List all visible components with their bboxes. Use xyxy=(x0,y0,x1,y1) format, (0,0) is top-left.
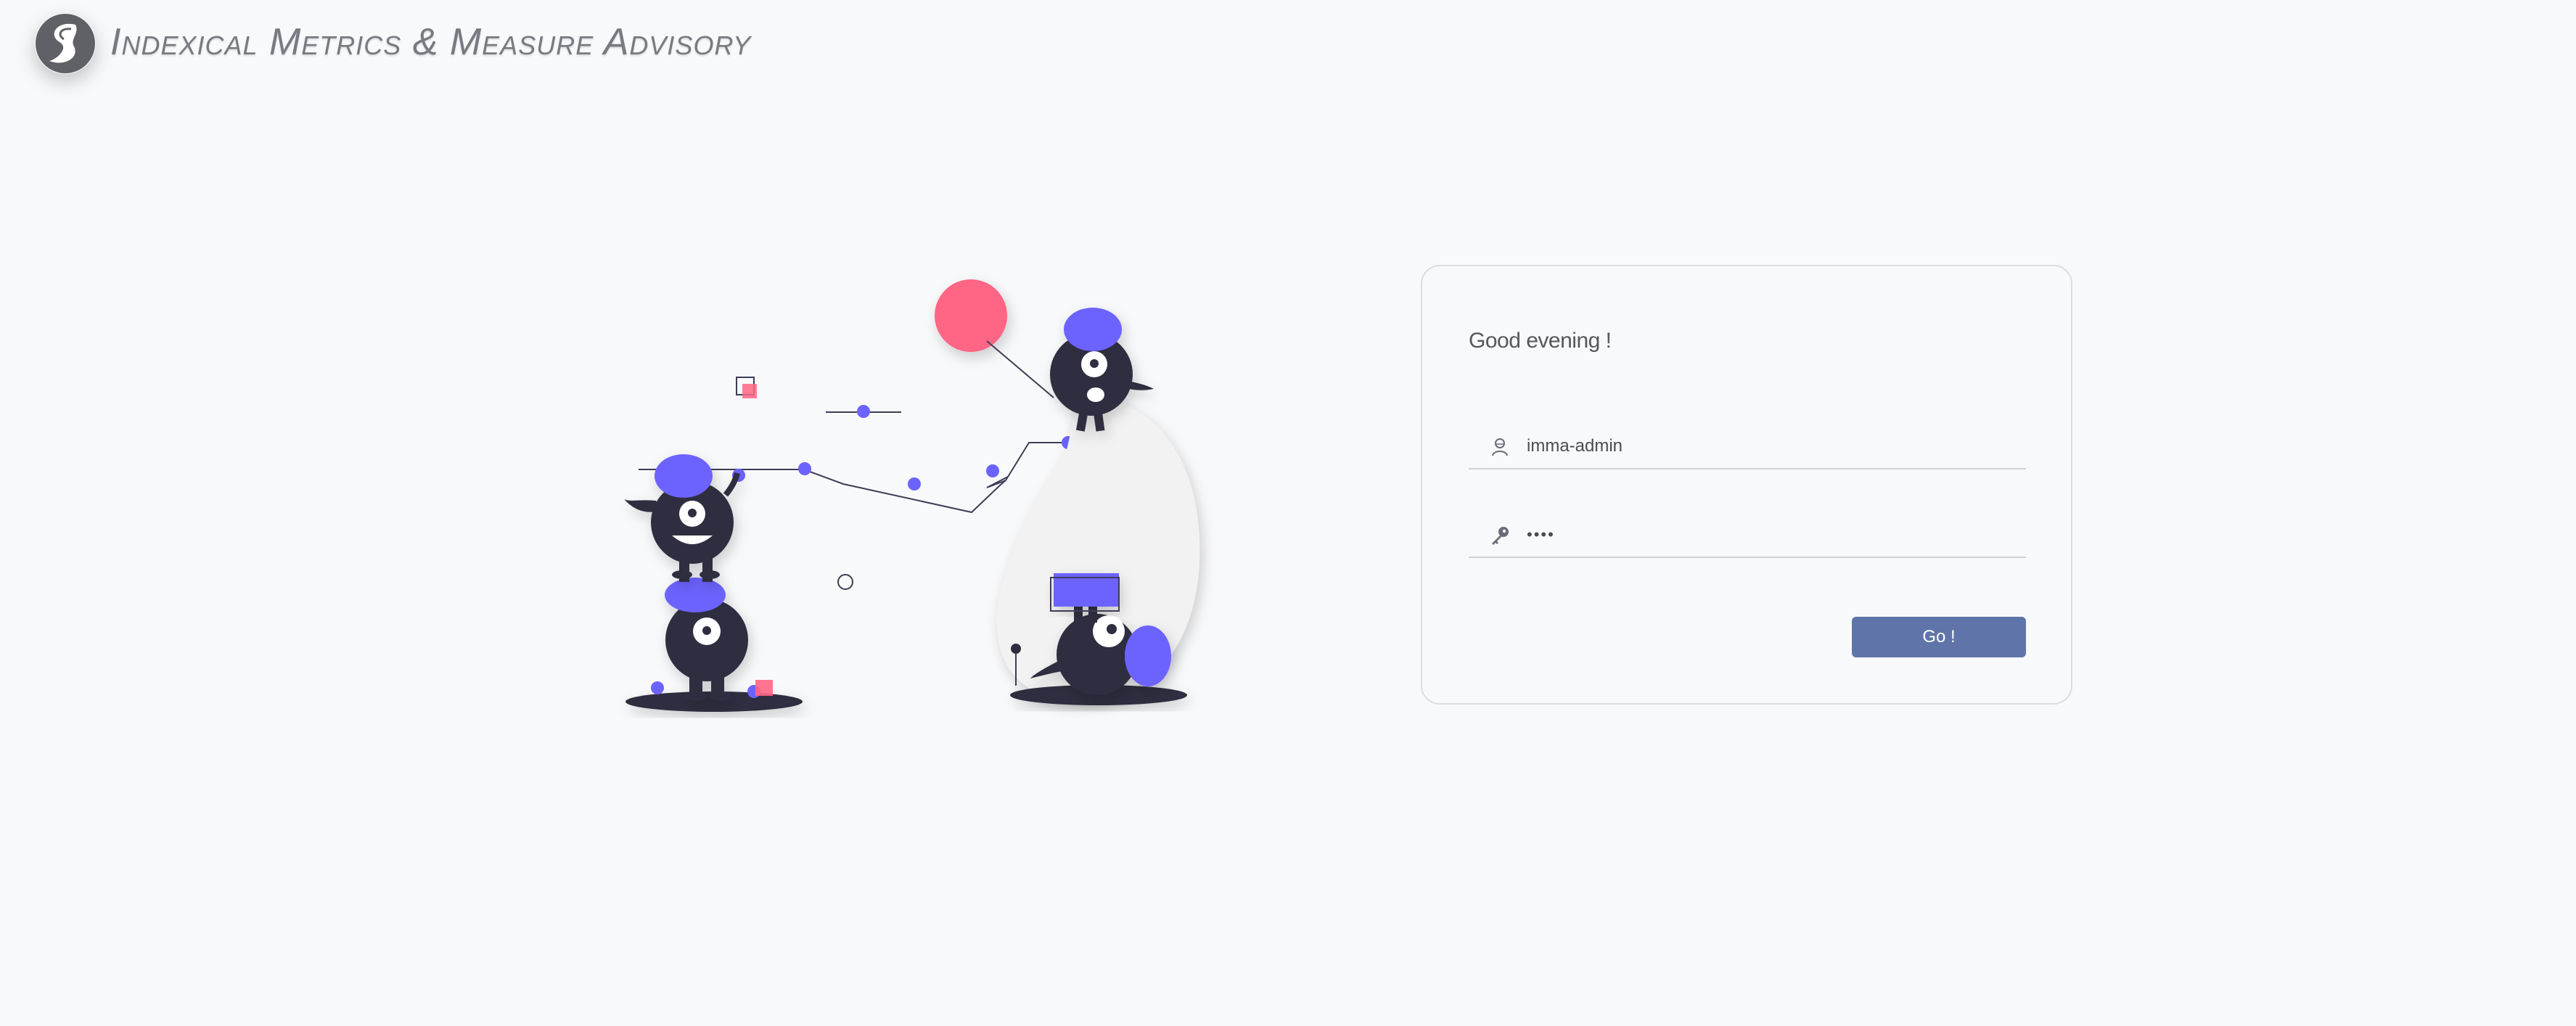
decor-squares xyxy=(736,377,1004,636)
brand-title: Indexical Metrics & Measure Advisory xyxy=(110,21,752,63)
progress-nodes xyxy=(732,405,1075,491)
monster-top-left xyxy=(624,454,740,582)
logo-icon xyxy=(35,13,96,74)
login-card: Good evening ! Go ! xyxy=(1421,265,2072,705)
key-icon xyxy=(1489,525,1511,546)
password-field[interactable] xyxy=(1469,516,2026,558)
user-icon xyxy=(1489,436,1511,458)
pink-balloon xyxy=(935,279,1007,352)
go-button[interactable]: Go ! xyxy=(1852,617,2026,657)
greeting-text: Good evening ! xyxy=(1469,329,1612,353)
username-input[interactable] xyxy=(1527,432,2006,461)
hero-illustration xyxy=(610,268,1219,718)
username-field[interactable] xyxy=(1469,427,2026,469)
password-input[interactable] xyxy=(1527,520,2006,549)
login-page: Indexical Metrics & Measure Advisory Goo… xyxy=(0,0,2576,1026)
monster-bottom-left xyxy=(665,578,748,701)
